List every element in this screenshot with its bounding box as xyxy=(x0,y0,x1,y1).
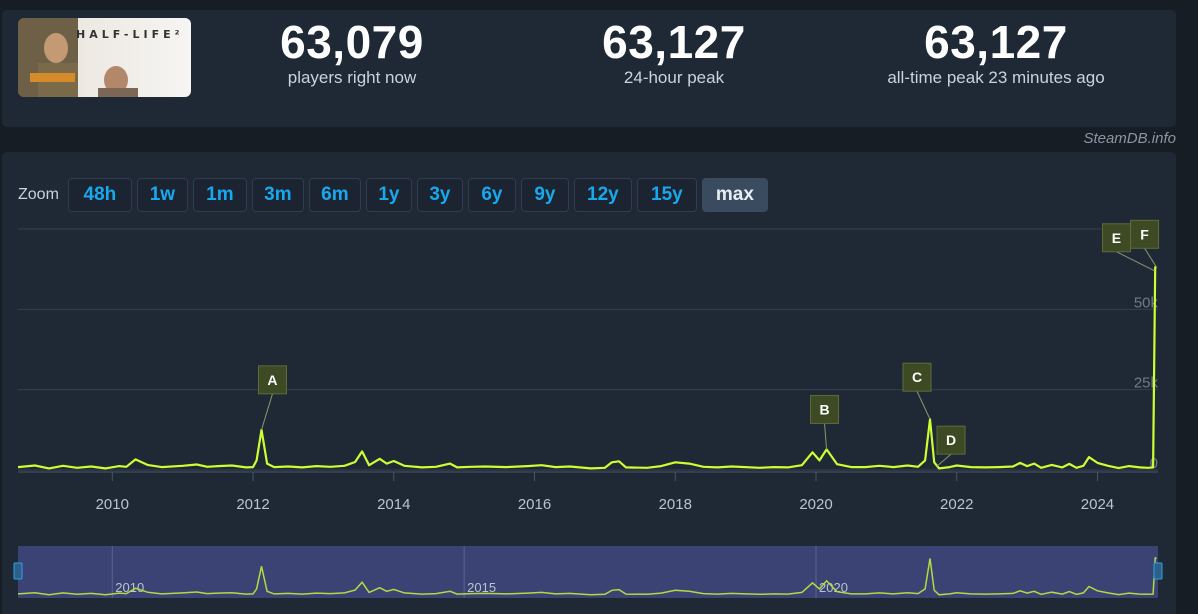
annotation-label: B xyxy=(819,401,829,417)
navigator-left-handle[interactable] xyxy=(13,562,23,580)
x-tick-label: 2024 xyxy=(1081,496,1114,513)
annotation-d[interactable]: D xyxy=(936,425,966,467)
annotation-connector xyxy=(261,393,273,430)
annotation-connector xyxy=(1144,248,1158,268)
x-tick-label: 2012 xyxy=(236,496,269,513)
annotation-label: F xyxy=(1140,226,1149,242)
annotation-connector xyxy=(916,391,931,420)
chart-navigator: 2010 2015 2020 xyxy=(13,546,1163,598)
player-count-line xyxy=(17,266,1157,470)
annotation-label: D xyxy=(946,432,956,448)
x-tick-label: 2020 xyxy=(799,496,832,513)
player-count-chart[interactable]: 2010 2012 2014 2016 2018 2020 2022 2024 025k50k… xyxy=(0,0,1198,614)
chart-annotations: A B C D E F xyxy=(257,219,1160,467)
x-axis: 2010 2012 2014 2016 2018 2020 2022 2024 xyxy=(96,472,1114,513)
navigator-right-handle[interactable] xyxy=(1153,562,1163,580)
annotation-f[interactable]: F xyxy=(1130,219,1160,268)
x-tick-label: 2016 xyxy=(518,496,551,513)
x-tick-label: 2014 xyxy=(377,496,410,513)
annotation-connector xyxy=(936,453,952,467)
x-tick-label: 2010 xyxy=(96,496,129,513)
annotation-c[interactable]: C xyxy=(902,362,932,420)
navigator-window xyxy=(18,546,1158,598)
x-tick-label: 2022 xyxy=(940,496,973,513)
annotation-label: A xyxy=(267,372,277,388)
chart-grid xyxy=(18,228,1158,473)
x-tick-label: 2018 xyxy=(659,496,692,513)
annotation-a[interactable]: A xyxy=(257,365,287,430)
annotation-connector xyxy=(824,423,828,450)
annotation-label: C xyxy=(912,369,922,385)
annotation-b[interactable]: B xyxy=(810,394,840,450)
annotation-label: E xyxy=(1112,230,1121,246)
